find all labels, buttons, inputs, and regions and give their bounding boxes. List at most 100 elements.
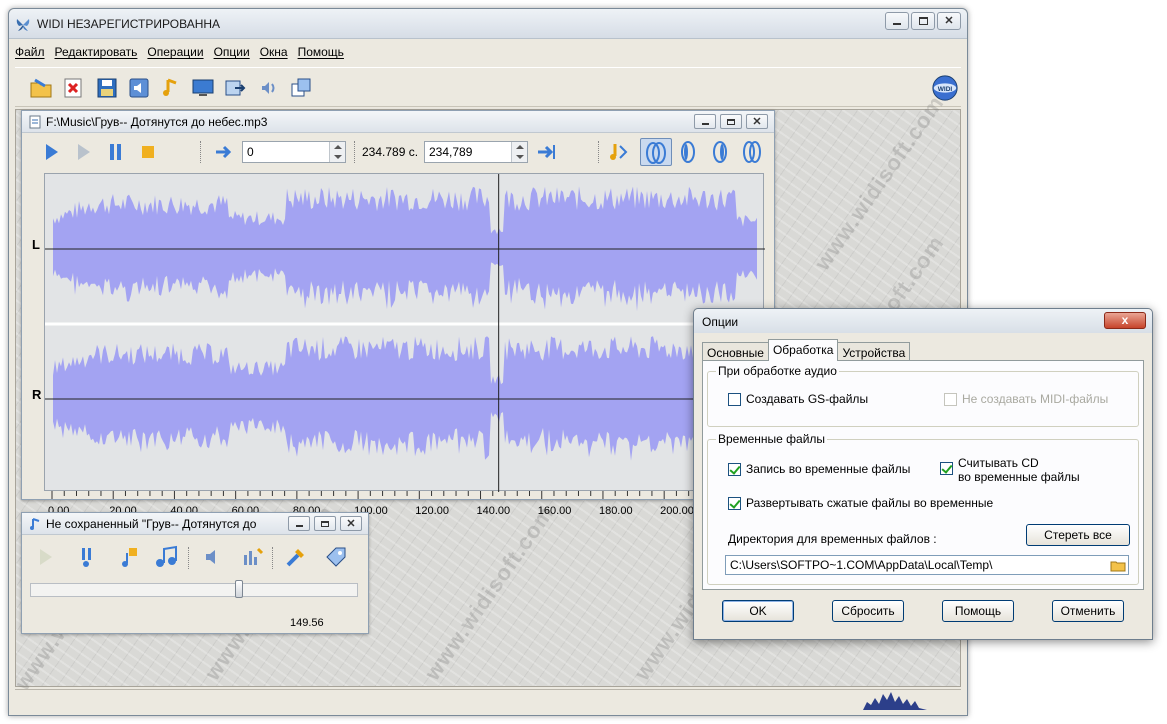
level-meter-icon [863, 692, 927, 710]
recognize-note-icon[interactable] [606, 140, 630, 164]
menu-options[interactable]: Опции [214, 45, 250, 59]
audio-processing-group: При обработке аудио Создавать GS-файлы Н… [707, 364, 1139, 427]
cancel-button[interactable]: Отменить [1052, 600, 1124, 622]
toolbar-separator [272, 547, 273, 569]
save-button[interactable] [93, 74, 121, 102]
toolbar-separator [598, 141, 599, 163]
no-midi-label: Не создавать MIDI-файлы [962, 392, 1109, 406]
tag-icon[interactable] [324, 545, 348, 569]
minimize-icon [295, 525, 303, 527]
export-button[interactable] [221, 74, 249, 102]
notes-icon[interactable] [154, 545, 180, 569]
display-button[interactable] [189, 74, 217, 102]
start-position-value: 0 [247, 145, 254, 159]
end-position-input[interactable]: 234,789 [424, 141, 528, 163]
speaker-icon[interactable] [202, 545, 226, 569]
position-slider[interactable] [30, 580, 358, 598]
expand-compressed-checkbox[interactable]: Развертывать сжатые файлы во временные [728, 496, 993, 510]
write-temp-checkbox[interactable]: Запись во временные файлы [728, 462, 910, 476]
tab-processing[interactable]: Обработка [767, 339, 839, 361]
audio-close-button[interactable]: ✕ [746, 114, 768, 129]
axis-tick-label: 140.00 [476, 505, 511, 517]
start-position-spinner[interactable] [329, 142, 345, 162]
audio-processing-legend: При обработке аудио [716, 364, 839, 378]
player-maximize-button[interactable] [314, 516, 336, 531]
music-note-icon [163, 78, 177, 96]
main-toolbar: WIDI [15, 67, 961, 107]
windows-cascade-icon [291, 78, 311, 97]
stop-note-icon[interactable] [118, 545, 142, 569]
player-minimize-button[interactable] [288, 516, 310, 531]
close-file-button[interactable] [59, 74, 87, 102]
speaker-button[interactable] [125, 74, 153, 102]
dialog-close-button[interactable]: x [1104, 312, 1146, 329]
tab-general[interactable]: Основные [702, 342, 769, 361]
equalizer-icon[interactable] [240, 545, 264, 569]
dialog-titlebar: Опции x [694, 309, 1152, 333]
recognize-button[interactable] [157, 74, 185, 102]
menu-windows[interactable]: Окна [260, 45, 288, 59]
browse-folder-icon[interactable] [1110, 557, 1126, 573]
pause-icon[interactable] [104, 140, 128, 164]
play-icon[interactable] [40, 140, 64, 164]
minimize-icon [701, 123, 709, 125]
go-start-icon[interactable] [212, 140, 236, 164]
pause-note-icon[interactable] [76, 545, 100, 569]
windows-button[interactable] [287, 74, 315, 102]
help-button[interactable]: Помощь [942, 600, 1014, 622]
end-position-spinner[interactable] [511, 142, 527, 162]
no-midi-checkbox: Не создавать MIDI-файлы [944, 392, 1108, 406]
left-channel-icon[interactable] [676, 140, 700, 164]
audio-minimize-button[interactable] [694, 114, 716, 129]
position-slider-thumb[interactable] [235, 580, 243, 598]
minimize-button[interactable] [885, 12, 909, 30]
audio-maximize-button[interactable] [720, 114, 742, 129]
temp-dir-input[interactable]: C:\Users\SOFTPO~1.COM\AppData\Local\Temp… [725, 555, 1129, 575]
waveform-graph[interactable] [45, 174, 765, 492]
menu-help[interactable]: Помощь [298, 45, 344, 59]
temp-dir-label: Директория для временных файлов : [728, 532, 937, 546]
toolbar-separator [200, 141, 201, 163]
stop-icon[interactable] [136, 140, 160, 164]
player-close-button[interactable]: ✕ [340, 516, 362, 531]
play-midi-button[interactable] [255, 74, 283, 102]
tab-devices[interactable]: Устройства [837, 342, 911, 361]
checkbox-box[interactable] [728, 497, 741, 510]
status-bar [15, 689, 961, 711]
time-axis: 0.00 20.00 40.00 60.00 80.00 100.00 120.00 140.… [44, 491, 764, 517]
menu-bar: Файл Редактировать Операции Опции Окна П… [9, 41, 967, 63]
clear-all-button[interactable]: Стереть все [1026, 524, 1130, 546]
maximize-button[interactable] [911, 12, 935, 30]
maximize-icon [321, 520, 329, 527]
reset-button[interactable]: Сбросить [832, 600, 904, 622]
open-file-button[interactable] [27, 74, 55, 102]
menu-file[interactable]: Файл [15, 45, 45, 59]
write-temp-label: Запись во временные файлы [746, 462, 911, 476]
go-end-icon[interactable] [534, 140, 558, 164]
svg-text:WIDI: WIDI [938, 86, 953, 93]
create-gs-checkbox[interactable]: Создавать GS-файлы [728, 392, 868, 406]
close-icon: ✕ [944, 15, 954, 27]
menu-operations[interactable]: Операции [147, 45, 203, 59]
checkbox-box[interactable] [728, 463, 741, 476]
mono-channel-icon[interactable] [740, 140, 764, 164]
waveform-display[interactable] [44, 173, 765, 492]
axis-tick-label: 160.00 [537, 505, 572, 517]
close-button[interactable]: ✕ [937, 12, 961, 30]
play-icon[interactable] [34, 545, 58, 569]
tools-icon[interactable] [284, 545, 308, 569]
read-cd-checkbox[interactable]: Считывать CD во временные файлы [940, 456, 1080, 484]
checkbox-box[interactable] [728, 393, 741, 406]
read-cd-label: Считывать CD во временные файлы [958, 456, 1080, 484]
view-mode-1-button[interactable] [640, 138, 672, 166]
checkbox-box[interactable] [940, 462, 953, 475]
options-tabs: Основные Обработка Устройства [702, 339, 911, 361]
create-gs-label: Создавать GS-файлы [746, 392, 869, 406]
right-channel-icon[interactable] [708, 140, 732, 164]
ok-button[interactable]: OK [722, 600, 794, 622]
menu-edit[interactable]: Редактировать [55, 45, 138, 59]
close-icon: ✕ [346, 517, 356, 530]
play-selection-icon[interactable] [72, 140, 96, 164]
window-title: WIDI НЕЗАРЕГИСТРИРОВАННА [37, 17, 221, 31]
start-position-input[interactable]: 0 [242, 141, 346, 163]
